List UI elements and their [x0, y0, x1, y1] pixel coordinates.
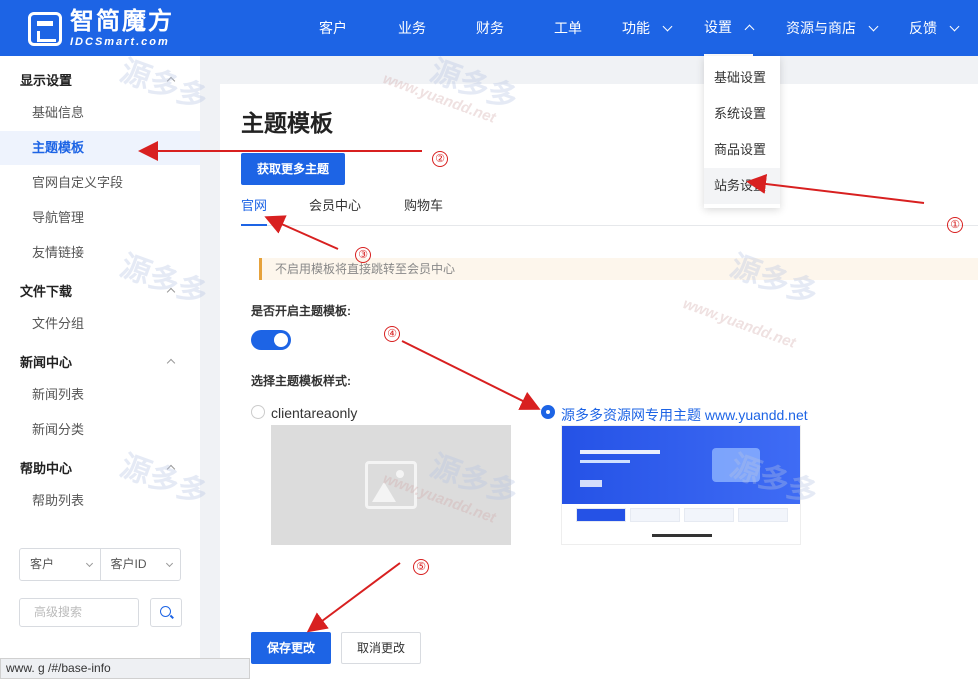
radio-clientareaonly[interactable] [251, 405, 265, 419]
annotation-marker-1: ① [947, 217, 963, 233]
enable-theme-toggle[interactable] [251, 330, 291, 350]
sidebar-item-custom-fields[interactable]: 官网自定义字段 [0, 166, 200, 200]
brand-name-cn: 智简魔方 [70, 8, 174, 35]
menu-item-site-settings[interactable]: 站务设置 [704, 168, 780, 204]
brand-logo[interactable]: 智简魔方 IDCSmart.com [28, 10, 174, 48]
menu-item-basic-settings[interactable]: 基础设置 [704, 60, 780, 96]
tab-website[interactable]: 官网 [241, 196, 268, 226]
save-changes-button[interactable]: 保存更改 [251, 632, 331, 664]
sidebar-group-news[interactable]: 新闻中心 [20, 352, 72, 371]
sidebar-group-help[interactable]: 帮助中心 [20, 458, 72, 477]
theme-thumbnail-clientareaonly[interactable] [271, 425, 511, 545]
top-navbar: 智简魔方 IDCSmart.com 客户 业务 财务 工单 功能 设置 资源与商… [0, 0, 978, 56]
search-button[interactable] [150, 598, 182, 627]
chevron-down-icon [868, 21, 879, 31]
tab-member-center[interactable]: 会员中心 [309, 196, 361, 226]
sidebar-item-news-list[interactable]: 新闻列表 [0, 378, 200, 412]
filter-type-select[interactable]: 客户 [20, 549, 101, 580]
theme-thumbnail-yuandd[interactable] [561, 425, 801, 545]
sidebar-item-file-groups[interactable]: 文件分组 [0, 307, 200, 341]
sidebar-item-friend-links[interactable]: 友情链接 [0, 236, 200, 270]
browser-status-url: www. g /#/base-info [0, 658, 250, 679]
get-more-themes-button[interactable]: 获取更多主题 [241, 153, 345, 185]
logo-icon [28, 12, 62, 46]
nav-item-features[interactable]: 功能 [622, 0, 673, 56]
sidebar-item-news-category[interactable]: 新闻分类 [0, 413, 200, 447]
nav-item-settings[interactable]: 设置 [704, 0, 755, 56]
tab-bar: 官网 会员中心 购物车 [241, 196, 978, 226]
image-placeholder-icon [365, 461, 417, 509]
filter-field-select[interactable]: 客户ID [101, 549, 181, 580]
customer-filter: 客户 客户ID [19, 548, 181, 581]
sidebar-item-help-list[interactable]: 帮助列表 [0, 484, 200, 518]
radio-yuandd-theme[interactable] [541, 405, 555, 419]
nav-item-tickets[interactable]: 工单 [554, 0, 582, 56]
theme-style-label: 选择主题模板样式: [251, 374, 351, 388]
nav-item-customers[interactable]: 客户 [319, 0, 347, 56]
annotation-marker-2: ② [432, 151, 448, 167]
settings-dropdown-menu: 基础设置 系统设置 商品设置 站务设置 [704, 56, 780, 208]
advanced-search-input[interactable]: 高级搜索 [19, 598, 139, 627]
chevron-down-icon [165, 559, 174, 568]
sidebar-group-display[interactable]: 显示设置 [20, 70, 72, 89]
enable-theme-label: 是否开启主题模板: [251, 304, 351, 318]
annotation-marker-4: ④ [384, 326, 400, 342]
brand-name-en: IDCSmart.com [70, 36, 170, 48]
chevron-down-icon [949, 21, 960, 31]
sidebar-group-downloads[interactable]: 文件下载 [20, 281, 72, 300]
annotation-marker-3: ③ [355, 247, 371, 263]
menu-item-product-settings[interactable]: 商品设置 [704, 132, 780, 168]
page-title: 主题模板 [241, 110, 333, 136]
sidebar-item-theme-template[interactable]: 主题模板 [0, 131, 200, 165]
tab-cart[interactable]: 购物车 [404, 196, 443, 226]
nav-item-finance[interactable]: 财务 [476, 0, 504, 56]
nav-item-resources-store[interactable]: 资源与商店 [786, 0, 879, 56]
annotation-marker-5: ⑤ [413, 559, 429, 575]
search-icon [160, 606, 171, 617]
menu-item-system-settings[interactable]: 系统设置 [704, 96, 780, 132]
sidebar-item-base-info[interactable]: 基础信息 [0, 96, 200, 130]
chevron-down-icon [85, 559, 93, 568]
chevron-up-icon [744, 24, 755, 34]
option-label-yuandd-theme[interactable]: 源多多资源网专用主题 www.yuandd.net [561, 405, 808, 425]
chevron-down-icon [662, 21, 673, 31]
cancel-changes-button[interactable]: 取消更改 [341, 632, 421, 664]
nav-item-business[interactable]: 业务 [398, 0, 426, 56]
sidebar-item-navigation[interactable]: 导航管理 [0, 201, 200, 235]
option-label-clientareaonly[interactable]: clientareaonly [271, 405, 357, 421]
nav-item-feedback[interactable]: 反馈 [909, 0, 960, 56]
